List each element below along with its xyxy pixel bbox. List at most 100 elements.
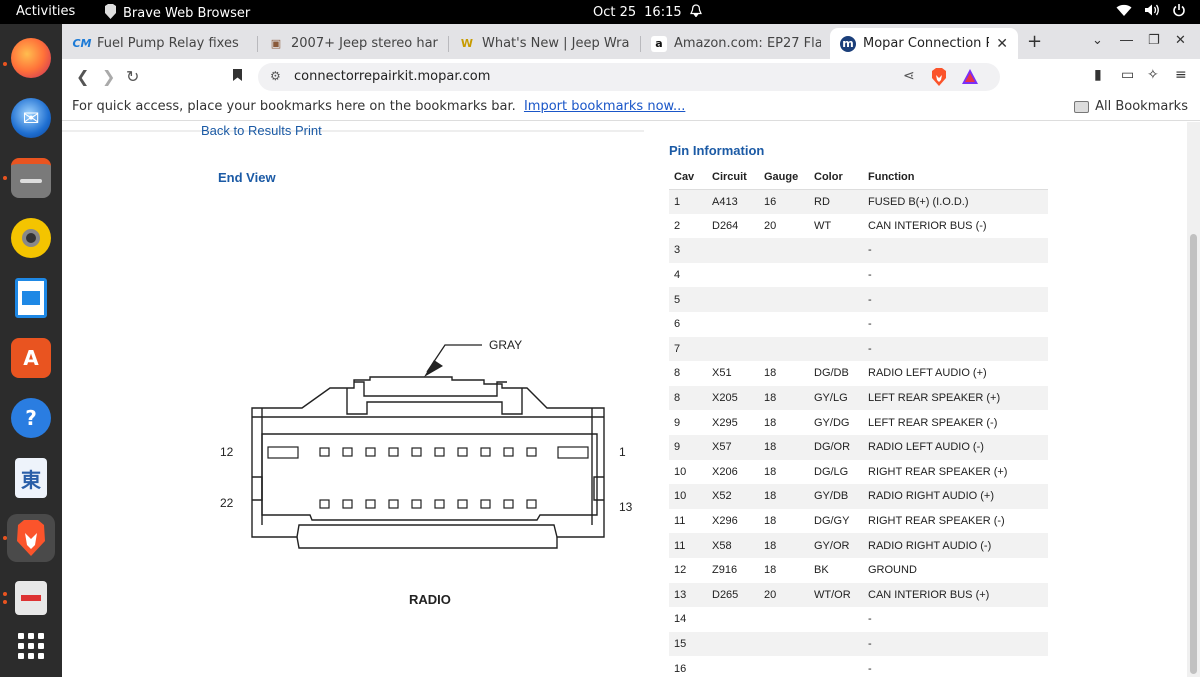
cell-gauge: 16 xyxy=(764,195,777,208)
site-info-icon[interactable]: ⚙ xyxy=(270,69,281,83)
connector-end-view-diagram: GRAY 12 1 22 13 RADIO xyxy=(220,338,633,607)
cell-cav: 14 xyxy=(674,613,687,626)
cell-circuit xyxy=(707,337,759,362)
table-row: 15 - xyxy=(669,631,1048,657)
cell-gauge xyxy=(759,337,809,362)
cell-gauge: 18 xyxy=(764,416,777,429)
cell-color: DG/DB xyxy=(814,367,849,380)
cell-cav: 5 xyxy=(674,293,681,306)
dock-firefox[interactable] xyxy=(7,34,55,82)
back-to-results-link[interactable]: Back to Results xyxy=(201,123,291,138)
cell-color xyxy=(809,238,863,263)
writer-icon xyxy=(15,278,47,318)
cell-circuit xyxy=(707,312,759,337)
cell-circuit: X51 xyxy=(712,367,732,380)
tab-title: 2007+ Jeep stereo harne xyxy=(291,36,438,51)
cell-circuit xyxy=(707,263,759,288)
cell-cav: 7 xyxy=(674,342,681,355)
wallet-icon[interactable]: ▭ xyxy=(1121,67,1134,83)
header-gauge: Gauge xyxy=(759,165,809,190)
clock[interactable]: Oct 25 16:15 xyxy=(593,4,702,21)
address-bar[interactable]: ⚙ connectorrepairkit.mopar.com ⋖ xyxy=(258,63,1000,91)
table-row: 5- xyxy=(669,287,1048,312)
scrollbar-thumb[interactable] xyxy=(1190,234,1197,674)
print-link[interactable]: Print xyxy=(295,123,322,138)
results-links: Back to Results Print xyxy=(201,123,322,138)
cell-function: - xyxy=(868,318,872,331)
app-center-icon: A xyxy=(11,338,51,378)
bookmark-icon[interactable] xyxy=(232,67,243,86)
page-scrollbar[interactable] xyxy=(1187,122,1200,677)
cell-function: - xyxy=(868,637,872,650)
bell-icon xyxy=(689,4,702,21)
help-icon: ? xyxy=(11,398,51,438)
cell-cav: 6 xyxy=(674,318,681,331)
tab-amazon[interactable]: a Amazon.com: EP27 Flash xyxy=(641,28,831,59)
table-row: 14 - xyxy=(669,607,1048,632)
cell-circuit: D265 xyxy=(712,588,739,601)
brave-shields-icon[interactable] xyxy=(930,67,948,87)
share-icon[interactable]: ⋖ xyxy=(903,68,915,84)
cell-cav: 11 xyxy=(674,515,686,528)
cell-circuit: X205 xyxy=(712,392,738,405)
dock-printer[interactable] xyxy=(7,574,55,622)
close-window-icon[interactable]: ✕ xyxy=(1175,33,1186,48)
dock-writer[interactable] xyxy=(7,274,55,322)
system-top-bar: Activities Brave Web Browser Oct 25 16:1… xyxy=(0,0,1200,24)
cell-gauge: 18 xyxy=(764,515,777,528)
tab-title: Amazon.com: EP27 Flash xyxy=(674,36,821,51)
dock-rhythmbox[interactable] xyxy=(7,214,55,262)
activities-button[interactable]: Activities xyxy=(16,4,75,19)
tab-list-chevron-icon[interactable]: ⌄ xyxy=(1092,33,1103,48)
dock-brave[interactable] xyxy=(7,514,55,562)
forward-icon[interactable]: ❯ xyxy=(102,67,115,86)
cell-cav: 8 xyxy=(674,392,681,405)
app-name-label: Brave Web Browser xyxy=(123,6,251,21)
table-row: 4- xyxy=(669,262,1048,288)
menu-icon[interactable]: ≡ xyxy=(1175,67,1187,83)
cell-color: GY/OR xyxy=(814,539,850,552)
dock-help[interactable]: ? xyxy=(7,394,55,442)
close-tab-icon[interactable]: ✕ xyxy=(996,36,1008,52)
dock-files[interactable] xyxy=(7,154,55,202)
tab-jeep-stereo[interactable]: ▣ 2007+ Jeep stereo harne xyxy=(258,28,448,59)
tab-fuel-pump[interactable]: CM Fuel Pump Relay fixes | T xyxy=(64,28,254,59)
brave-rewards-icon[interactable] xyxy=(961,68,979,86)
new-tab-icon[interactable]: + xyxy=(1027,31,1042,52)
leo-ai-icon[interactable]: ✧ xyxy=(1147,67,1159,83)
cell-gauge: 18 xyxy=(764,539,777,552)
cell-color: GY/DG xyxy=(814,416,850,429)
cell-function: - xyxy=(868,613,872,626)
app-menu[interactable]: Brave Web Browser xyxy=(104,4,250,23)
minimize-icon[interactable]: ― xyxy=(1120,33,1133,48)
back-icon[interactable]: ❮ xyxy=(76,67,89,86)
table-row: 11 X58 18 GY/OR RADIO RIGHT AUDIO (-) xyxy=(669,533,1048,558)
toolbar: ❮ ❯ ↻ ⚙ connectorrepairkit.mopar.com ⋖ ▮… xyxy=(62,59,1200,94)
dock-app-center[interactable]: A xyxy=(7,334,55,382)
table-row: 11 X296 18 DG/GY RIGHT REAR SPEAKER (-) xyxy=(669,508,1048,534)
reload-icon[interactable]: ↻ xyxy=(126,67,139,86)
tab-jeep-wrangler[interactable]: W What's New | Jeep Wran xyxy=(449,28,639,59)
cell-circuit xyxy=(707,238,759,263)
sidebar-icon[interactable]: ▮ xyxy=(1094,67,1102,83)
header-function: Function xyxy=(863,165,1048,190)
tab-mopar[interactable]: m Mopar Connection Re ✕ xyxy=(830,28,1018,59)
dock-thunderbird[interactable]: ✉ xyxy=(7,94,55,142)
url-text[interactable]: connectorrepairkit.mopar.com xyxy=(294,69,490,84)
cell-cav: 4 xyxy=(674,269,681,282)
cell-function: CAN INTERIOR BUS (-) xyxy=(868,219,987,232)
system-tray[interactable] xyxy=(1116,3,1186,21)
cell-cav: 13 xyxy=(674,588,687,601)
dock-show-apps[interactable] xyxy=(7,622,55,670)
cell-gauge: 18 xyxy=(764,392,777,405)
dock-dictionary[interactable]: 東 xyxy=(7,454,55,502)
cell-color xyxy=(809,607,863,632)
import-bookmarks-link[interactable]: Import bookmarks now... xyxy=(524,99,685,114)
cell-gauge xyxy=(759,607,809,632)
cell-color: WT xyxy=(814,219,832,232)
restore-icon[interactable]: ❐ xyxy=(1148,33,1160,48)
cell-gauge xyxy=(759,263,809,288)
all-bookmarks-button[interactable]: All Bookmarks xyxy=(1074,99,1188,114)
cell-color xyxy=(809,656,863,677)
table-row: 9 X57 18 DG/OR RADIO LEFT AUDIO (-) xyxy=(669,434,1048,460)
